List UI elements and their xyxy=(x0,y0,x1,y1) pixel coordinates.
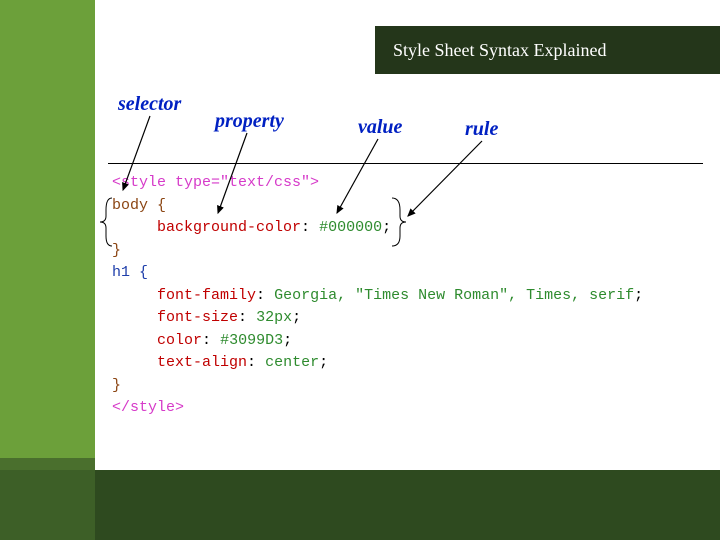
code-close-brace-2: } xyxy=(112,377,121,394)
label-property: property xyxy=(215,110,284,133)
code-open-tag: <style type="text/css"> xyxy=(112,174,319,191)
code-h1-fs-val: 32px xyxy=(256,309,292,326)
code-close-tag: </style> xyxy=(112,399,184,416)
code-h1-fs-prop: font-size xyxy=(157,309,238,326)
slide-title: Style Sheet Syntax Explained xyxy=(393,40,606,61)
code-body-prop: background-color xyxy=(157,219,301,236)
footer-bar xyxy=(0,470,720,540)
footer-accent-strip xyxy=(0,458,95,470)
brace-left-icon xyxy=(100,198,112,246)
code-h1-ta-prop: text-align xyxy=(157,354,247,371)
code-h1-color-prop: color xyxy=(157,332,202,349)
footer-corner xyxy=(0,470,95,540)
slide-title-box: Style Sheet Syntax Explained xyxy=(375,26,720,74)
code-close-brace-1: } xyxy=(112,242,121,259)
label-selector: selector xyxy=(118,93,181,116)
label-rule: rule xyxy=(465,118,498,141)
code-block: <style type="text/css"> body { backgroun… xyxy=(112,172,643,420)
code-body-val: #000000 xyxy=(319,219,382,236)
code-h1-color-val: #3099D3 xyxy=(220,332,283,349)
code-body-selector: body { xyxy=(112,197,166,214)
horizontal-rule xyxy=(108,163,703,164)
code-h1-ff-val: Georgia, "Times New Roman", Times, serif xyxy=(274,287,634,304)
label-value: value xyxy=(358,116,402,139)
code-h1-selector: h1 { xyxy=(112,264,148,281)
code-h1-ta-val: center xyxy=(265,354,319,371)
left-sidebar-strip xyxy=(0,0,95,470)
code-h1-ff-prop: font-family xyxy=(157,287,256,304)
